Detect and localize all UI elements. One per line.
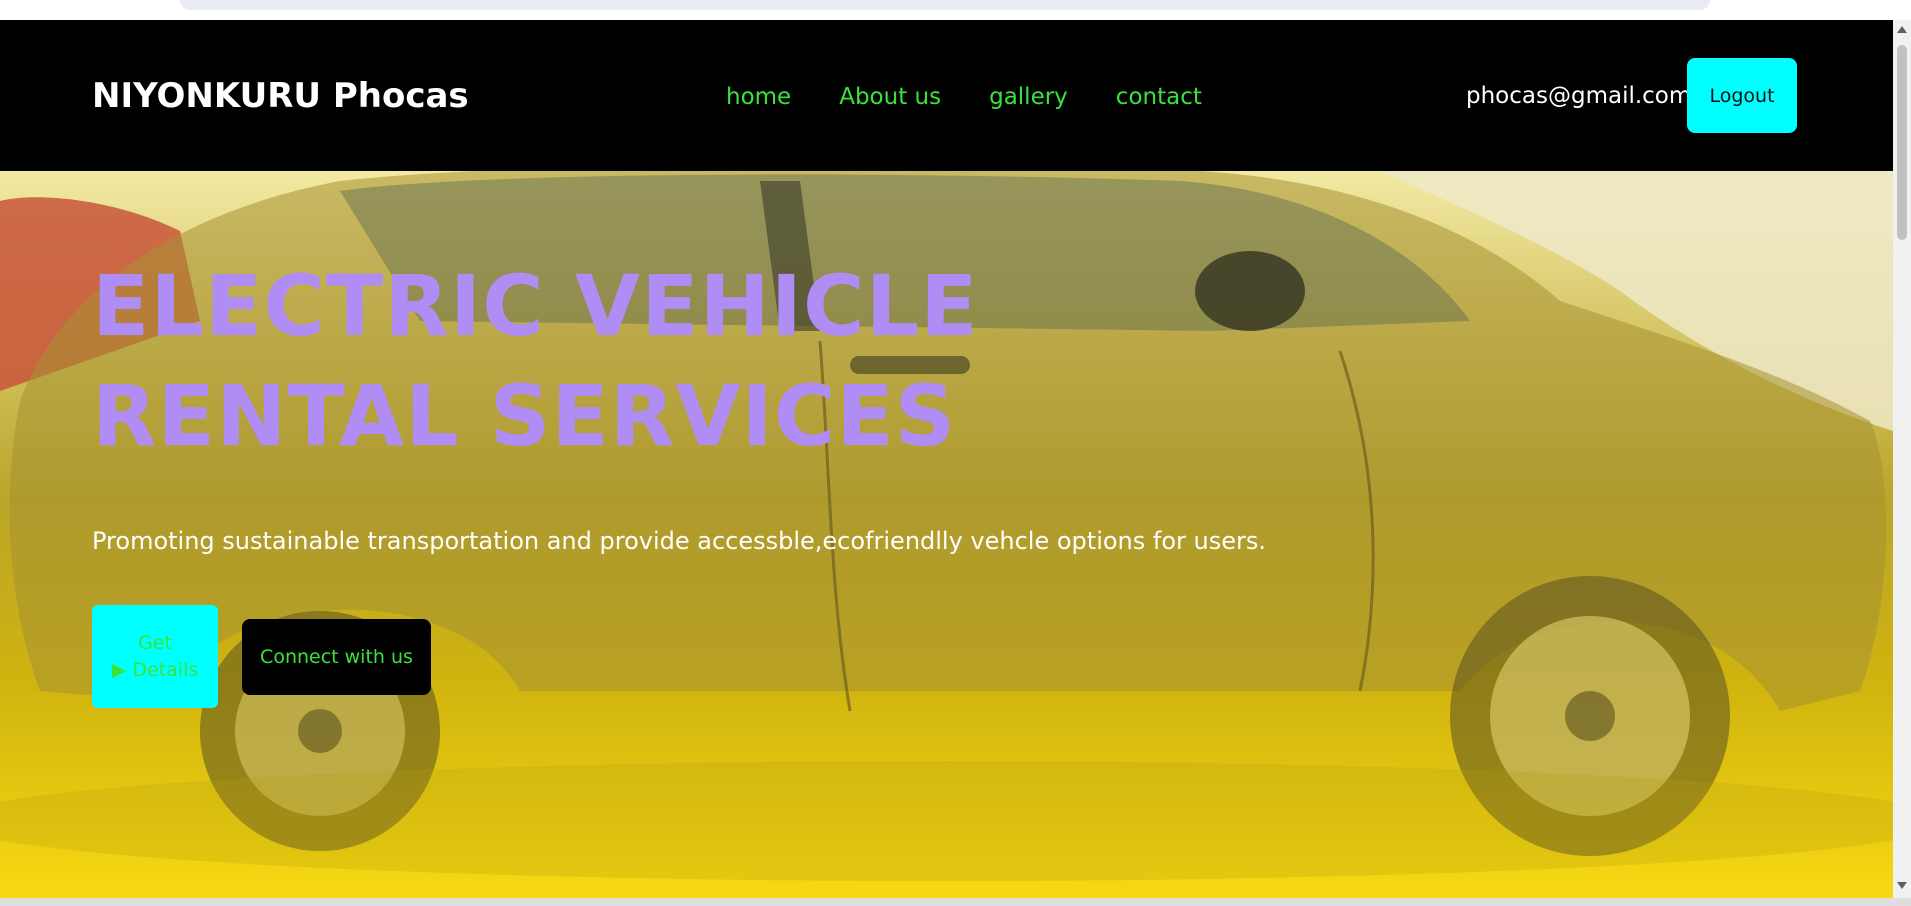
scroll-down-arrow-icon[interactable]: [1897, 882, 1907, 889]
page-viewport: NIYONKURU Phocas home About us gallery c…: [0, 20, 1893, 898]
hero-section: ELECTRIC VEHICLE RENTAL SERVICES Promoti…: [0, 171, 1893, 898]
nav-link-gallery[interactable]: gallery: [989, 84, 1068, 110]
nav-link-about[interactable]: About us: [839, 84, 941, 110]
nav-links: home About us gallery contact: [726, 84, 1202, 110]
brand-name: NIYONKURU Phocas: [92, 76, 469, 116]
details-line-2: Details: [132, 658, 199, 681]
user-email: phocas@gmail.com: [1466, 83, 1692, 109]
hero-subtitle: Promoting sustainable transportation and…: [92, 527, 1266, 555]
get-details-button[interactable]: Get ▶ Details: [92, 605, 218, 708]
navbar: NIYONKURU Phocas home About us gallery c…: [0, 20, 1893, 171]
nav-link-home[interactable]: home: [726, 84, 791, 110]
hero-title: ELECTRIC VEHICLE RENTAL SERVICES: [92, 257, 979, 465]
nav-link-contact[interactable]: contact: [1116, 84, 1202, 110]
bottom-edge: [0, 898, 1911, 906]
details-line-1: Get: [138, 631, 172, 654]
play-triangle-icon: ▶: [111, 658, 127, 681]
connect-with-us-button[interactable]: Connect with us: [242, 619, 431, 695]
scrollbar-thumb[interactable]: [1897, 45, 1907, 240]
scroll-up-arrow-icon[interactable]: [1897, 26, 1907, 33]
vertical-scrollbar[interactable]: [1893, 20, 1911, 898]
logout-button[interactable]: Logout: [1687, 58, 1797, 133]
browser-top-bar: [0, 0, 1911, 20]
address-bar-edge: [180, 0, 1710, 10]
